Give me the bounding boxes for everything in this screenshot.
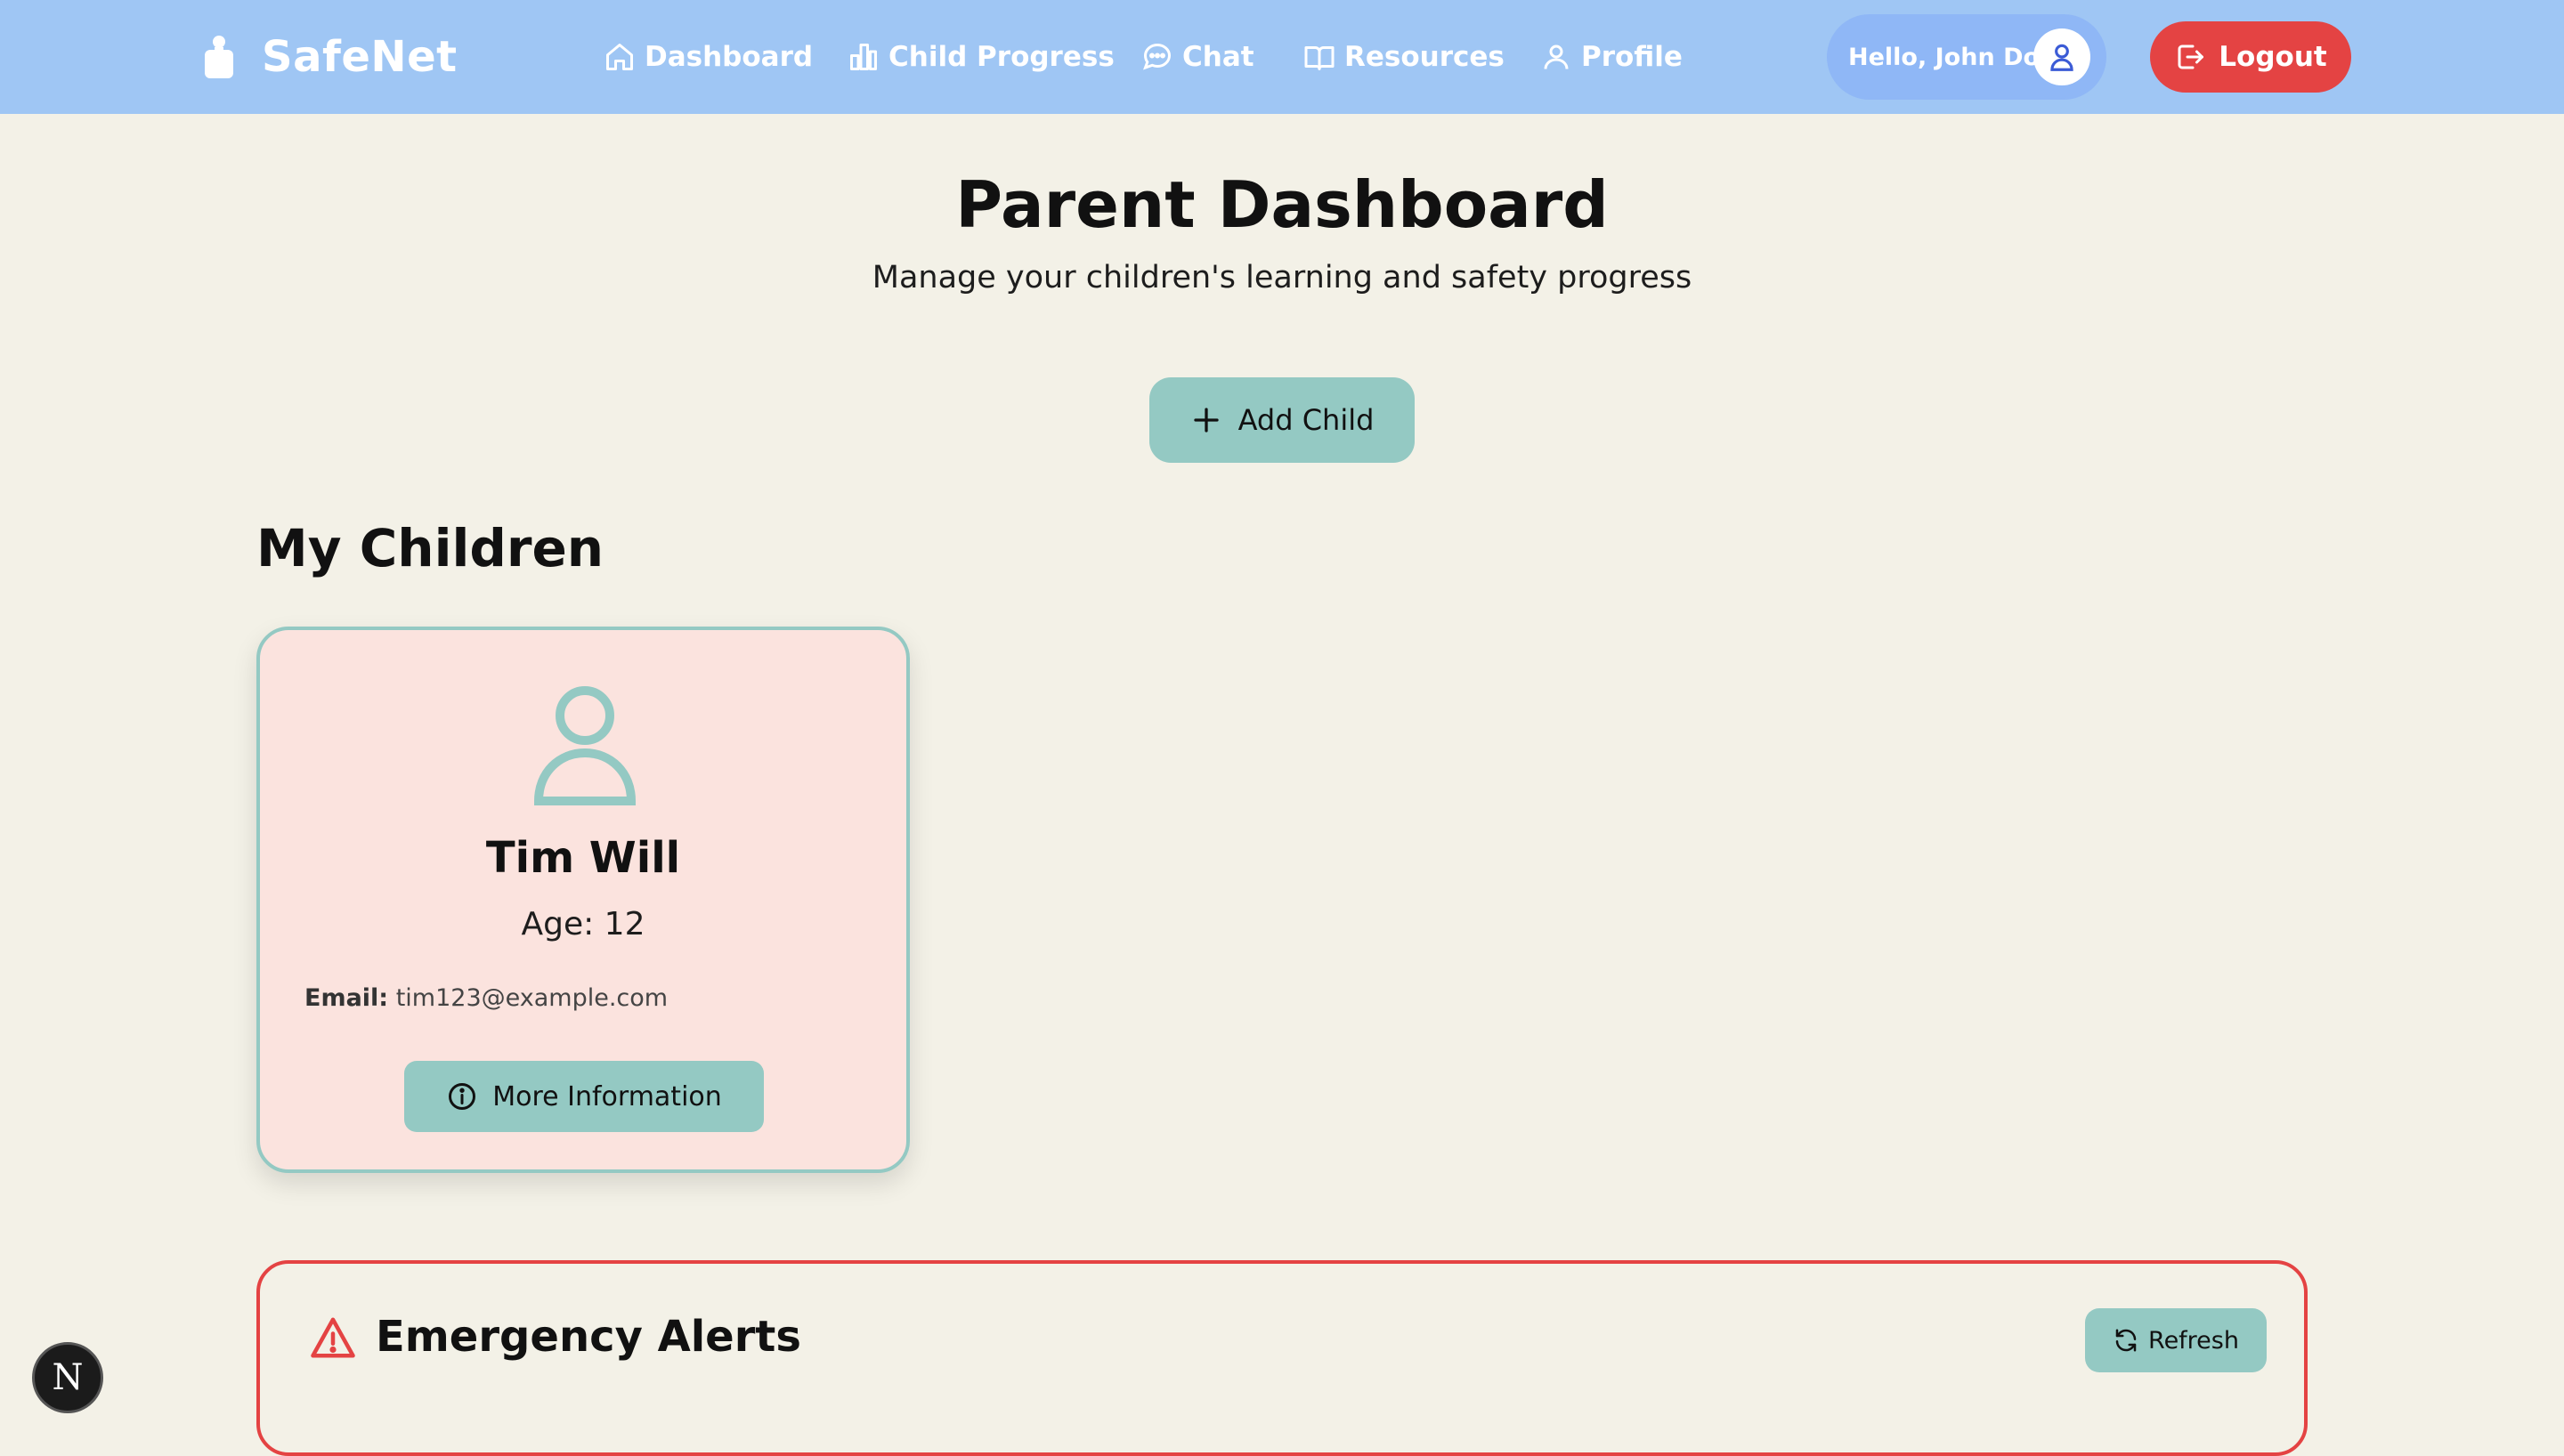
top-navbar: SafeNet Dashboard Child Progress Chat Re… bbox=[0, 0, 2564, 114]
brand-name: SafeNet bbox=[262, 32, 458, 82]
info-icon bbox=[449, 1083, 476, 1110]
more-information-label: More Information bbox=[492, 1080, 722, 1112]
logout-icon bbox=[2178, 44, 2204, 69]
book-icon bbox=[1304, 46, 1335, 70]
bar-chart-icon bbox=[850, 44, 877, 70]
avatar[interactable] bbox=[2033, 28, 2090, 85]
nav-resources-label: Resources bbox=[1344, 41, 1505, 73]
child-email-label: Email: bbox=[304, 984, 389, 1012]
nav-dashboard-label: Dashboard bbox=[645, 41, 814, 73]
add-child-label: Add Child bbox=[1237, 403, 1375, 437]
dev-tools-badge[interactable]: N bbox=[32, 1342, 103, 1413]
nav-child-progress-label: Child Progress bbox=[888, 41, 1115, 73]
greeting-text: Hello, John Doe bbox=[1848, 43, 2057, 71]
refresh-icon bbox=[2115, 1329, 2137, 1352]
user-greeting[interactable]: Hello, John Doe bbox=[1827, 14, 2106, 100]
logout-button[interactable]: Logout bbox=[2150, 21, 2351, 93]
logout-label: Logout bbox=[2219, 41, 2327, 73]
child-card: Tim Will Age: 12 Email: tim123@example.c… bbox=[256, 627, 910, 1173]
nav-chat-label: Chat bbox=[1182, 41, 1254, 73]
user-icon bbox=[1544, 44, 1569, 69]
nav-child-progress[interactable]: Child Progress bbox=[848, 34, 1115, 80]
emergency-alerts-panel: Emergency Alerts Refresh bbox=[256, 1260, 2308, 1456]
page-subtitle: Manage your children's learning and safe… bbox=[872, 260, 1692, 295]
robot-icon bbox=[205, 36, 233, 78]
nav-dashboard[interactable]: Dashboard bbox=[604, 34, 813, 80]
nav-profile-label: Profile bbox=[1581, 41, 1683, 73]
nav-resources[interactable]: Resources bbox=[1303, 34, 1505, 80]
nav-chat[interactable]: Chat bbox=[1141, 34, 1254, 80]
add-child-button[interactable]: Add Child bbox=[1149, 377, 1415, 463]
refresh-label: Refresh bbox=[2148, 1326, 2239, 1355]
user-icon bbox=[2050, 44, 2073, 71]
page-title: Parent Dashboard bbox=[955, 167, 1609, 242]
child-avatar-icon bbox=[533, 686, 637, 805]
child-email-value: tim123@example.com bbox=[395, 984, 669, 1012]
child-email: Email: tim123@example.com bbox=[304, 984, 668, 1012]
plus-icon bbox=[1193, 408, 1219, 433]
my-children-heading: My Children bbox=[256, 518, 604, 578]
nav-profile[interactable]: Profile bbox=[1540, 34, 1683, 80]
emergency-alerts-title: Emergency Alerts bbox=[376, 1312, 801, 1362]
chat-icon bbox=[1143, 43, 1172, 70]
child-name: Tim Will bbox=[485, 833, 681, 883]
child-age: Age: 12 bbox=[521, 906, 645, 942]
more-information-button[interactable]: More Information bbox=[404, 1061, 764, 1132]
brand[interactable]: SafeNet bbox=[201, 32, 458, 82]
home-icon bbox=[606, 44, 633, 70]
refresh-button[interactable]: Refresh bbox=[2085, 1308, 2267, 1372]
warning-icon bbox=[311, 1317, 355, 1358]
